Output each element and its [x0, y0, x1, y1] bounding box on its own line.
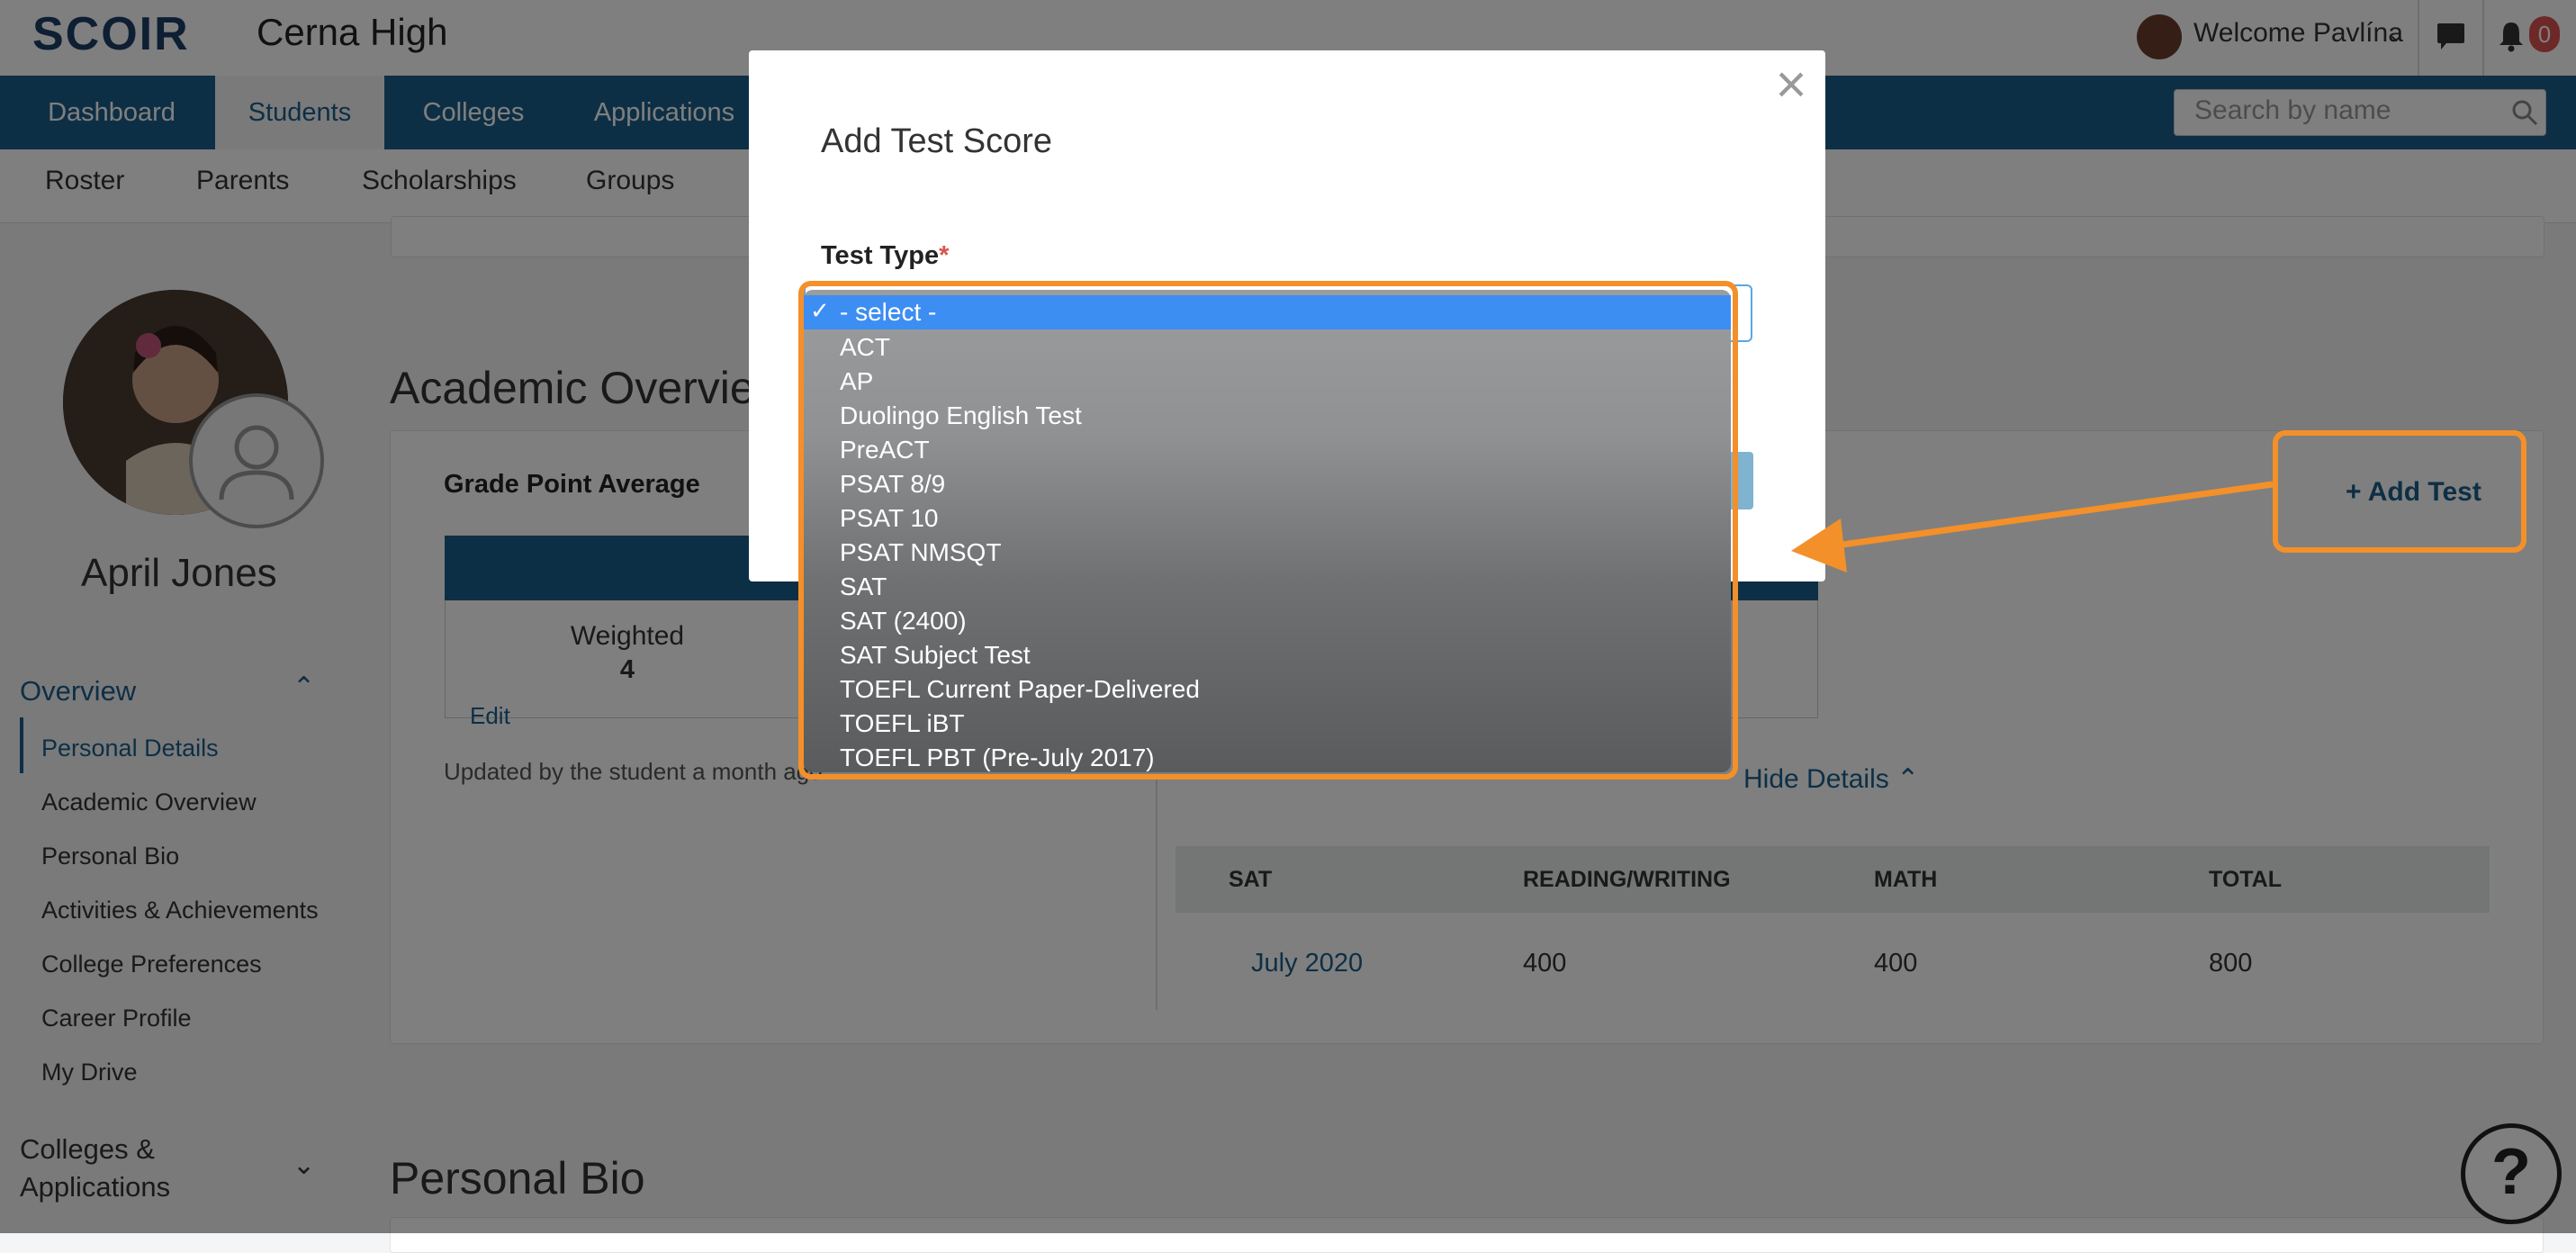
modal-title: Add Test Score	[821, 122, 1053, 160]
required-mark: *	[939, 241, 950, 270]
test-type-label-text: Test Type	[821, 241, 940, 270]
highlight-add-test	[2273, 430, 2526, 553]
close-icon[interactable]: ×	[1764, 58, 1818, 112]
test-type-label: Test Type*	[821, 241, 949, 271]
highlight-dropdown	[798, 281, 1738, 780]
